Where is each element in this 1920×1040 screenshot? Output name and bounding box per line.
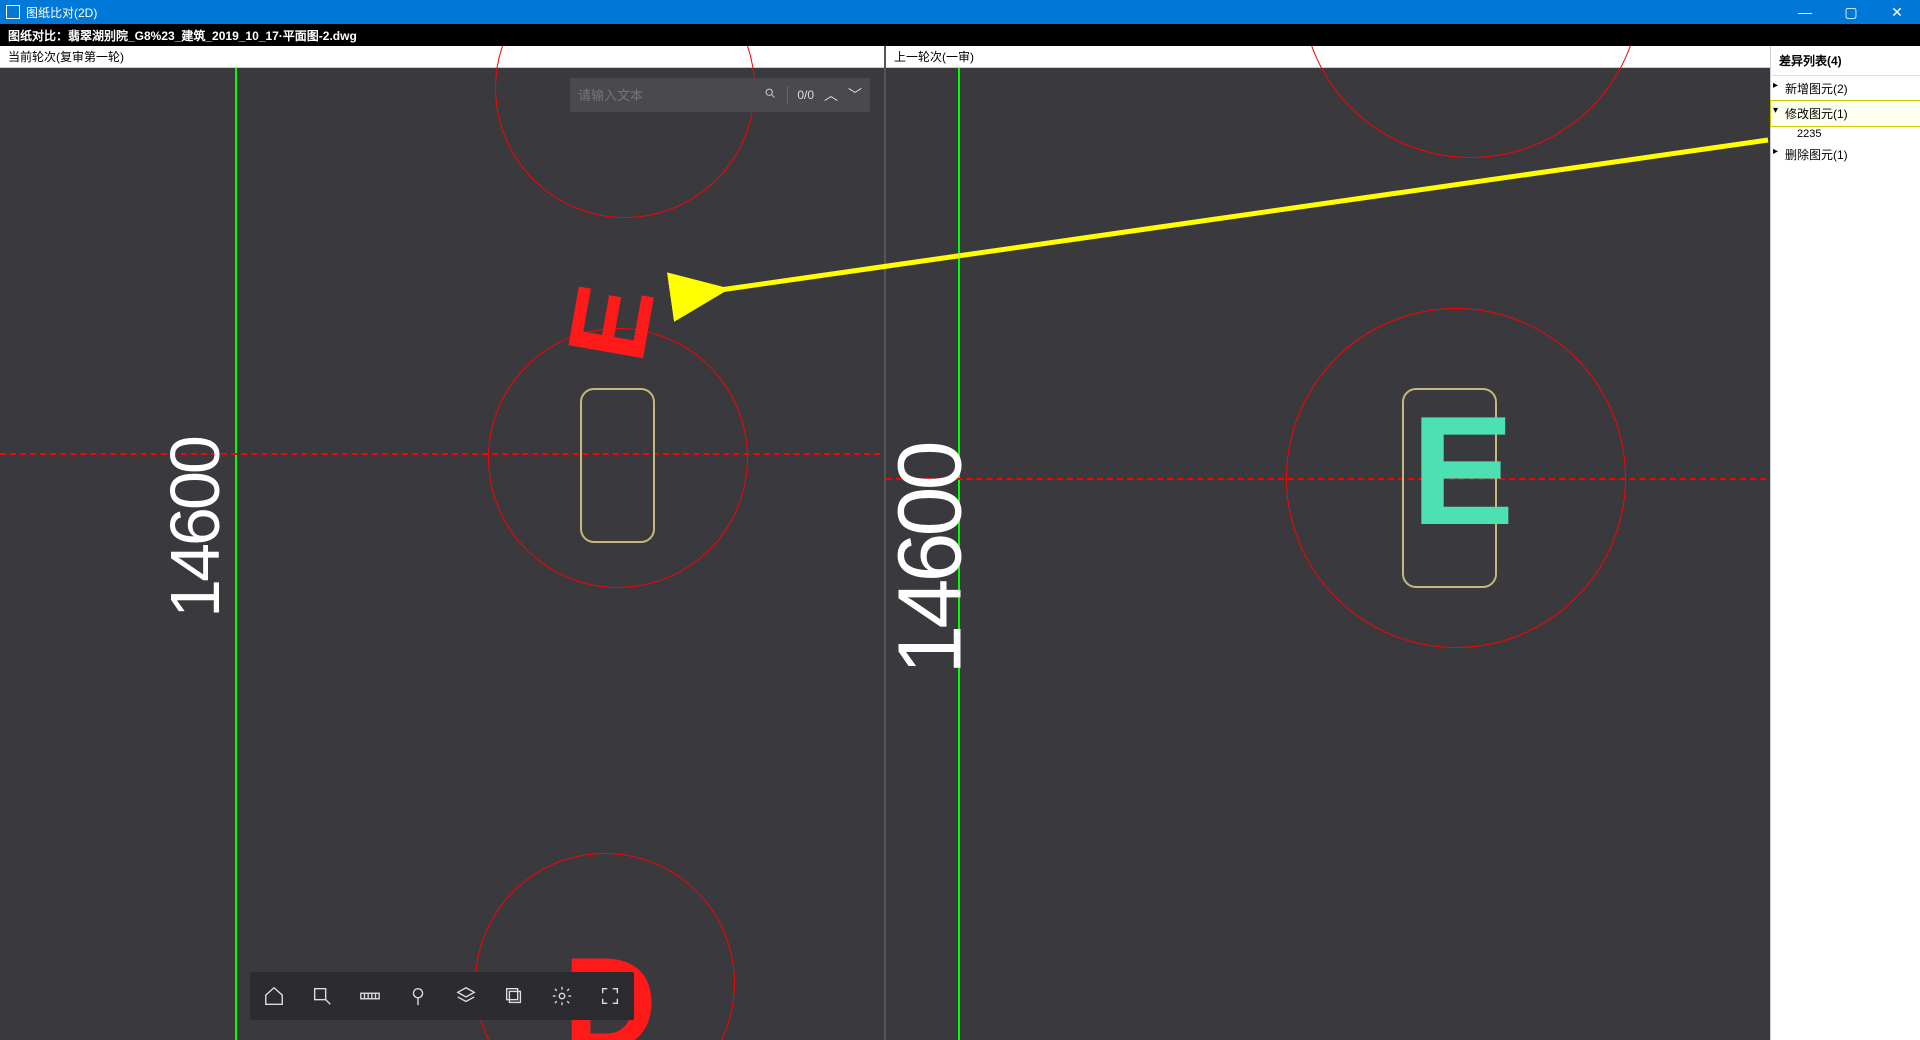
search-next-icon[interactable]: ﹀: [848, 85, 862, 105]
layers-icon[interactable]: [454, 984, 478, 1008]
fullscreen-icon[interactable]: [598, 984, 622, 1008]
zoom-area-icon[interactable]: [310, 984, 334, 1008]
maximize-button[interactable]: ▢: [1828, 0, 1874, 24]
dimension-text-right: 14600: [886, 444, 983, 674]
minimize-button[interactable]: —: [1782, 0, 1828, 24]
search-counter: 0/0: [797, 88, 814, 102]
left-pane: 当前轮次(复审第一轮) E D 14600: [0, 46, 886, 1040]
subtitle-text: 图纸对比：翡翠湖别院_G8%23_建筑_2019_10_17·平面图-2.dwg: [8, 27, 357, 44]
copy-icon[interactable]: [502, 984, 526, 1008]
right-pane: 上一轮次(一审) E 14600: [886, 46, 1770, 1040]
search-box: 0/0 ︿ ﹀: [570, 78, 870, 112]
app-title: 图纸比对(2D): [26, 4, 97, 21]
dimension-text-left: 14600: [155, 438, 235, 618]
home-icon[interactable]: [262, 984, 286, 1008]
search-divider: [787, 86, 788, 104]
diff-modified-group[interactable]: 修改图元(1): [1771, 101, 1920, 126]
diff-added-group[interactable]: 新增图元(2): [1771, 76, 1920, 101]
diff-panel-title: 差异列表(4): [1771, 46, 1920, 76]
diff-panel: 差异列表(4) 新增图元(2) 修改图元(1) 2235 删除图元(1): [1770, 46, 1920, 1040]
grid-bubble-top: [495, 46, 755, 218]
search-input[interactable]: [578, 88, 754, 103]
left-canvas[interactable]: E D 14600 0/0 ︿ ﹀: [0, 68, 884, 1040]
original-letter-e: E: [1411, 393, 1514, 548]
left-pane-label: 当前轮次(复审第一轮): [8, 48, 124, 65]
titlebar: 图纸比对(2D) — ▢ ✕: [0, 0, 1920, 24]
grid-bubble-top-right: [1301, 46, 1641, 158]
grid-line-vertical: [235, 68, 237, 1040]
right-canvas[interactable]: E 14600: [886, 68, 1770, 1040]
cloud-outline-left: [580, 388, 655, 543]
close-button[interactable]: ✕: [1874, 0, 1920, 24]
settings-icon[interactable]: [550, 984, 574, 1008]
subtitle-bar: 图纸对比：翡翠湖别院_G8%23_建筑_2019_10_17·平面图-2.dwg: [0, 24, 1920, 46]
grid-line-horizontal: [0, 453, 880, 455]
bottom-toolbar: [250, 972, 634, 1020]
measure-icon[interactable]: [358, 984, 382, 1008]
content: 当前轮次(复审第一轮) E D 14600: [0, 46, 1920, 1040]
app-icon: [6, 5, 20, 19]
marker-icon[interactable]: [406, 984, 430, 1008]
diff-modified-item[interactable]: 2235: [1771, 126, 1920, 142]
right-pane-label: 上一轮次(一审): [894, 48, 974, 65]
diff-deleted-group[interactable]: 删除图元(1): [1771, 142, 1920, 167]
search-prev-icon[interactable]: ︿: [824, 85, 838, 105]
search-icon[interactable]: [764, 87, 777, 103]
